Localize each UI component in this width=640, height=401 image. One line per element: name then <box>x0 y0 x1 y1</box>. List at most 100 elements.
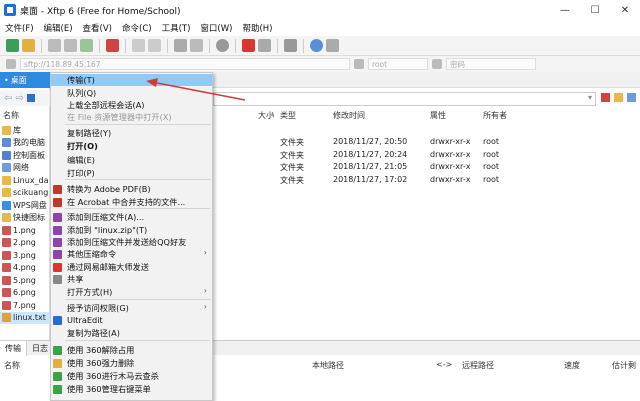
close-button[interactable]: ✕ <box>610 0 640 20</box>
context-menu-item[interactable]: 共享 <box>51 273 212 285</box>
remote-file-row[interactable]: 文件夹 2018/11/27, 17:02 drwxr-xr-x root <box>213 174 640 187</box>
file-row[interactable]: 网络 <box>0 162 50 175</box>
context-menu-item[interactable]: 编辑(E) <box>51 154 212 166</box>
file-row[interactable]: 控制面板 <box>0 149 50 162</box>
file-row[interactable]: 2.png <box>0 237 50 250</box>
globe-icon[interactable] <box>216 39 229 52</box>
context-menu-item[interactable]: 授予访问权限(G) › <box>51 302 212 314</box>
paste-icon[interactable] <box>148 39 161 52</box>
unlink-icon[interactable] <box>64 39 77 52</box>
context-menu-item[interactable]: 复制为路径(A) <box>51 327 212 339</box>
context-menu-item[interactable]: 添加到压缩文件并发送给QQ好友 <box>51 236 212 248</box>
password-field[interactable]: 密码 <box>446 58 536 70</box>
context-menu-item[interactable]: 打开(O) <box>51 140 212 152</box>
folder-up-icon[interactable] <box>614 93 623 102</box>
dropdown-icon[interactable]: ▾ <box>588 93 597 102</box>
menu-help[interactable]: 帮助(H) <box>237 22 277 34</box>
folder-icon <box>2 125 11 135</box>
back-icon[interactable]: ⇦ <box>4 93 12 104</box>
context-menu-item[interactable]: 添加到 "linux.zip"(T) <box>51 224 212 236</box>
tab-transfer[interactable]: 传输 <box>0 340 27 356</box>
column-mtime-header[interactable]: 修改时间 <box>333 110 365 121</box>
column-attr-header[interactable]: 属性 <box>430 110 446 121</box>
local-pane: • 桌面 ⇦ ⇨ 名称 库我的电脑 控制面板 网络 Linux_da scikuang W… <box>0 72 50 340</box>
file-row[interactable]: 我的电脑 <box>0 137 50 150</box>
context-menu-item[interactable]: 使用 360解除占用 <box>51 344 212 356</box>
menu-tools[interactable]: 工具(T) <box>157 22 196 34</box>
file-row[interactable]: 3.png <box>0 249 50 262</box>
column-owner-header[interactable]: 所有者 <box>483 110 507 121</box>
remote-path-input[interactable] <box>213 92 596 106</box>
remote-file-row[interactable]: 文件夹 2018/11/27, 21:05 drwxr-xr-x root <box>213 161 640 174</box>
transfer-col-local-path[interactable]: 本地路径 <box>312 360 344 371</box>
context-menu-item[interactable]: 其他压缩命令 › <box>51 248 212 260</box>
transfer-col-remote-path[interactable]: 远程路径 <box>462 360 494 371</box>
stop-icon[interactable] <box>601 93 610 102</box>
context-menu-item[interactable]: 转换为 Adobe PDF(B) <box>51 183 212 195</box>
file-row[interactable]: WPS网盘 <box>0 199 50 212</box>
file-row[interactable]: 7.png <box>0 299 50 312</box>
menu-command[interactable]: 命令(C) <box>117 22 157 34</box>
print-icon[interactable] <box>174 39 187 52</box>
menu-window[interactable]: 窗口(W) <box>195 22 237 34</box>
transfer-col-direction[interactable]: <-> <box>436 360 452 369</box>
cell-mtime: 2018/11/27, 17:02 <box>333 174 408 184</box>
context-menu-item[interactable]: 队列(Q) <box>51 87 212 99</box>
copy-icon[interactable] <box>132 39 145 52</box>
menu-edit[interactable]: 编辑(E) <box>39 22 78 34</box>
context-menu-item[interactable]: 复制路径(Y) <box>51 127 212 139</box>
file-row[interactable]: linux.txt <box>0 311 50 324</box>
remote-file-row[interactable]: 文件夹 2018/11/27, 20:24 drwxr-xr-x root <box>213 149 640 162</box>
file-row[interactable]: 5.png <box>0 274 50 287</box>
menu-file[interactable]: 文件(F) <box>0 22 39 34</box>
menu-view[interactable]: 查看(V) <box>78 22 117 34</box>
context-menu-item[interactable]: UltraEdit <box>51 314 212 326</box>
transfer-col-name[interactable]: 名称 <box>4 360 20 371</box>
context-menu-label: 添加到压缩文件(A)... <box>67 212 145 222</box>
context-menu-item[interactable]: 在 Acrobat 中合并支持的文件... <box>51 196 212 208</box>
context-menu-item[interactable]: 使用 360管理右键菜单 <box>51 383 212 395</box>
context-menu-item[interactable]: 使用 360强力删除 <box>51 357 212 369</box>
help-icon[interactable] <box>310 39 323 52</box>
context-menu-item[interactable]: 传输(T) <box>51 74 212 86</box>
image-file-icon <box>2 300 11 310</box>
column-type-header[interactable]: 类型 <box>280 110 296 121</box>
properties-icon[interactable] <box>190 39 203 52</box>
remote-file-row[interactable]: 文件夹 2018/11/27, 20:50 drwxr-xr-x root <box>213 136 640 149</box>
file-row[interactable]: scikuang <box>0 187 50 200</box>
user-field[interactable]: root <box>368 58 428 70</box>
context-menu-item[interactable]: 上载全部远程会话(A) <box>51 99 212 111</box>
cell-attr: drwxr-xr-x <box>430 162 471 171</box>
open-folder-icon[interactable] <box>22 39 35 52</box>
tab-local-desktop[interactable]: • 桌面 <box>0 72 50 88</box>
context-menu-item[interactable]: 通过网易邮箱大师发送 <box>51 261 212 273</box>
toolbar-separator <box>125 38 126 53</box>
key-icon[interactable] <box>258 39 271 52</box>
refresh-remote-icon[interactable] <box>627 93 636 102</box>
context-menu-item[interactable]: 使用 360进行木马云查杀 <box>51 370 212 382</box>
context-menu-item[interactable]: 打印(P) <box>51 167 212 179</box>
xshell-icon[interactable] <box>242 39 255 52</box>
maximize-button[interactable]: ☐ <box>580 0 610 20</box>
host-field[interactable]: sftp://118.89.45.167 <box>20 58 350 70</box>
refresh-icon[interactable] <box>80 39 93 52</box>
file-row[interactable]: 4.png <box>0 262 50 275</box>
transfer-icon[interactable] <box>106 39 119 52</box>
file-row[interactable]: 6.png <box>0 287 50 300</box>
transfer-col-eta[interactable]: 估计剩 <box>612 360 636 371</box>
transfer-col-speed[interactable]: 速度 <box>564 360 580 371</box>
file-row[interactable]: Linux_da <box>0 174 50 187</box>
file-row[interactable]: 快捷图标 <box>0 212 50 225</box>
minimize-button[interactable]: — <box>550 0 580 20</box>
file-row[interactable]: 1.png <box>0 224 50 237</box>
file-row[interactable]: 库 <box>0 124 50 137</box>
options-icon[interactable] <box>326 39 339 52</box>
new-session-icon[interactable] <box>6 39 19 52</box>
gear-icon[interactable] <box>284 39 297 52</box>
forward-icon[interactable]: ⇨ <box>15 93 23 104</box>
context-menu-item[interactable]: 打开方式(H) › <box>51 286 212 298</box>
context-menu-item[interactable]: 添加到压缩文件(A)... <box>51 211 212 223</box>
link-icon[interactable] <box>48 39 61 52</box>
column-name-header[interactable]: 名称 <box>0 110 50 124</box>
file-name: linux.txt <box>13 313 46 323</box>
